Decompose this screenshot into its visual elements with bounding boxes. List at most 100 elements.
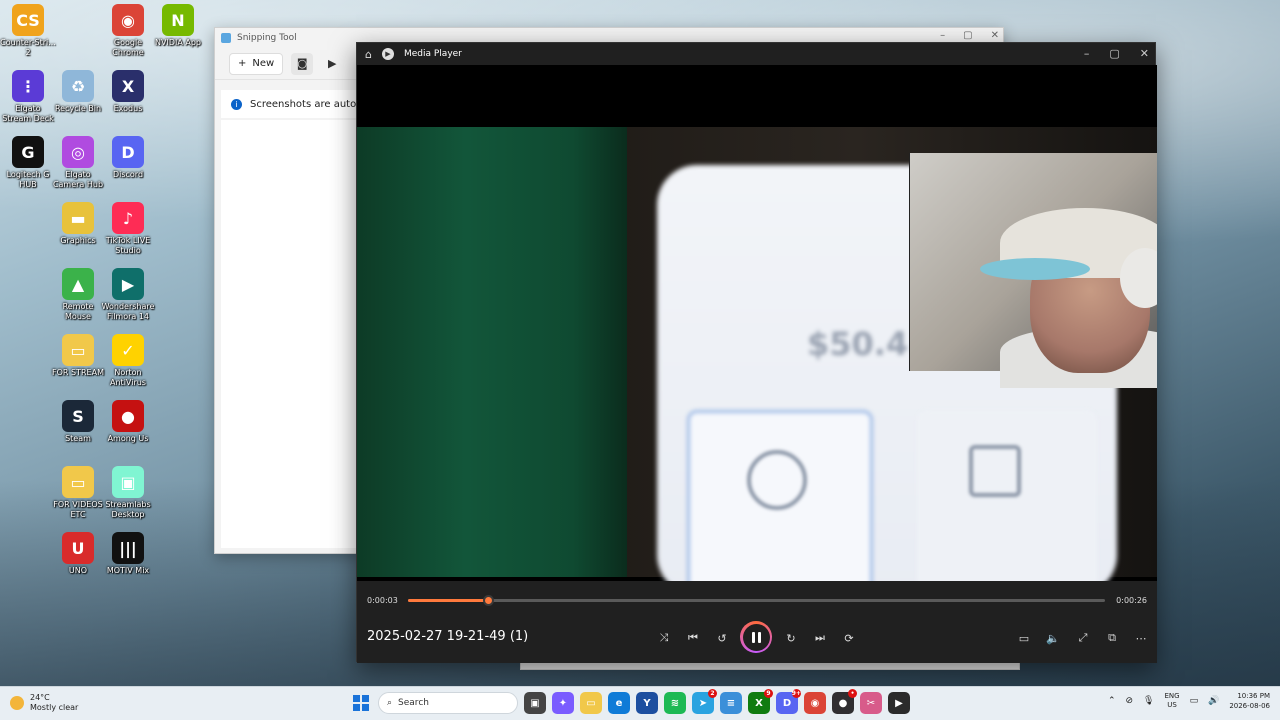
desktop-icon[interactable]: ● Among Us — [100, 400, 156, 444]
snipping-tool-title: Snipping Tool — [237, 33, 297, 43]
weather-desc: Mostly clear — [30, 703, 79, 712]
maximize-icon[interactable]: ▢ — [963, 30, 972, 41]
desktop-icon-label: Elgato Stream Deck — [2, 104, 54, 123]
desktop-icon-label: NVIDIA App — [155, 38, 201, 47]
minimize-icon[interactable]: – — [1084, 47, 1090, 60]
desktop-icon[interactable]: ||| MOTIV Mix — [100, 532, 156, 576]
media-player-titlebar[interactable]: ⌂ ▶ Media Player — [357, 43, 1155, 65]
taskbar-file-explorer-icon[interactable]: ▭ — [580, 692, 602, 714]
desktop-app-icon: D — [112, 136, 144, 168]
next-icon[interactable]: ⏭ — [809, 627, 831, 649]
speaker-icon[interactable]: 🔊 — [1208, 696, 1219, 706]
desktop-icon[interactable]: G Logitech G HUB — [0, 136, 56, 190]
rewind-icon[interactable]: ↺ — [711, 627, 733, 649]
desktop-app-icon: ▭ — [62, 466, 94, 498]
taskbar-obs-icon[interactable]: ● • — [832, 689, 857, 714]
desktop-icon[interactable]: ▭ FOR VIDEOS ETC — [50, 466, 106, 520]
previous-icon[interactable]: ⏮ — [682, 627, 704, 649]
taskbar-discord-icon[interactable]: D 9+ — [776, 689, 801, 714]
taskbar-edge-icon[interactable]: e — [608, 692, 630, 714]
taskbar-spotify-icon[interactable]: ≋ — [664, 692, 686, 714]
home-icon[interactable]: ⌂ — [365, 48, 372, 61]
display-icon[interactable]: ▭ — [1190, 696, 1199, 706]
taskbar: 24°C Mostly clear ⌕ Search ▣ ✦ ▭ e Y ≋ ➤ 2 ≡ X 9 D 9… — [0, 686, 1280, 720]
desktop-icon-label: Exodus — [113, 104, 143, 113]
close-icon[interactable]: ✕ — [1140, 47, 1149, 60]
pause-button[interactable] — [740, 621, 772, 653]
desktop-app-icon: CS — [12, 4, 44, 36]
desktop-app-icon: G — [12, 136, 44, 168]
more-options-icon[interactable]: ⋯ — [1130, 627, 1152, 649]
file-name: 2025-02-27 19-21-49 (1) — [367, 629, 529, 644]
taskbar-date: 2026-08-06 — [1229, 702, 1270, 710]
desktop-app-icon: ◉ — [112, 4, 144, 36]
taskbar-chrome-icon[interactable]: ◉ — [804, 692, 826, 714]
seek-bar-fill — [408, 599, 489, 602]
desktop-icon-label: Steam — [65, 434, 91, 443]
start-button[interactable] — [350, 692, 372, 714]
miniplayer-icon[interactable]: ⧉ — [1101, 627, 1123, 649]
desktop-icon-label: Recycle Bin — [54, 104, 102, 113]
taskbar-telegram-icon[interactable]: ➤ 2 — [692, 689, 717, 714]
video-amount-text: $50.4 — [807, 325, 909, 363]
video-mode-button[interactable]: ▶ — [321, 53, 343, 75]
taskbar-copilot-icon[interactable]: ✦ — [552, 692, 574, 714]
screenshot-mode-button[interactable]: ◙ — [291, 52, 314, 75]
weather-moon-icon — [10, 696, 24, 710]
desktop-icon[interactable]: ▲ Remote Mouse — [50, 268, 106, 322]
close-icon[interactable]: ✕ — [991, 30, 999, 41]
desktop-icon-label: FOR VIDEOS ETC — [53, 500, 103, 519]
desktop-icon[interactable]: D Discord — [100, 136, 156, 180]
shuffle-icon[interactable]: ⤨ — [653, 627, 675, 649]
desktop-icon-label: Discord — [112, 170, 144, 179]
desktop-icon-label: FOR STREAM — [52, 368, 104, 377]
maximize-icon[interactable]: ▢ — [1109, 47, 1119, 60]
media-player-window[interactable]: ⌂ ▶ Media Player – ▢ ✕ $50.4 0:00:03 0:0… — [356, 42, 1157, 663]
forward-icon[interactable]: ↻ — [780, 627, 802, 649]
desktop-icon[interactable]: ⋮ Elgato Stream Deck — [0, 70, 56, 124]
webcam-person-cap-brim — [980, 258, 1090, 280]
desktop-icon[interactable]: S Steam — [50, 400, 106, 444]
desktop-icon[interactable]: ▭ FOR STREAM — [50, 334, 106, 378]
repeat-icon[interactable]: ⟳ — [838, 627, 860, 649]
desktop-icon[interactable]: N NVIDIA App — [150, 4, 206, 48]
desktop-icon[interactable]: ▬ Graphics — [50, 202, 106, 246]
chevron-up-icon[interactable]: ⌃ — [1108, 696, 1116, 706]
new-snip-button[interactable]: + New — [229, 52, 284, 75]
desktop-icon[interactable]: ▣ Streamlabs Desktop — [100, 466, 156, 520]
network-off-icon[interactable]: ⊘ — [1126, 696, 1134, 706]
desktop-icon-label: Elgato Camera Hub — [52, 170, 104, 189]
taskbar-snipping-tool-icon[interactable]: ✂ — [860, 692, 882, 714]
desktop-icon[interactable]: ♻ Recycle Bin — [50, 70, 106, 114]
microphone-icon[interactable]: 🎙 — [1143, 696, 1154, 706]
desktop-icon-label: TikTok LIVE Studio — [105, 236, 151, 255]
system-tray: ⌃ ⊘ 🎙 ENG US ▭ 🔊 10:36 PM 2026-08-06 — [1108, 691, 1270, 711]
video-viewport[interactable]: $50.4 — [357, 65, 1157, 599]
desktop-icon-label: Counter-Stri... 2 — [0, 38, 56, 57]
desktop-icon[interactable]: X Exodus — [100, 70, 156, 114]
desktop-icon[interactable]: ▶ Wondershare Filmora 14 — [100, 268, 156, 322]
notification-badge: • — [848, 689, 857, 698]
desktop-icon[interactable]: CS Counter-Stri... 2 — [0, 4, 56, 58]
volume-icon[interactable]: 🔈 — [1042, 627, 1064, 649]
seek-bar-thumb[interactable] — [483, 595, 495, 606]
taskbar-task-view-icon[interactable]: ▣ — [524, 692, 546, 714]
desktop-icon-label: MOTIV Mix — [106, 566, 150, 575]
taskbar-media-player-icon[interactable]: ▶ — [888, 692, 910, 714]
seek-bar[interactable] — [408, 595, 1105, 606]
desktop-icon[interactable]: U UNO — [50, 532, 106, 576]
minimize-icon[interactable]: – — [940, 30, 945, 41]
desktop-icon[interactable]: ◉ Google Chrome — [100, 4, 156, 58]
fullscreen-icon[interactable]: ⤢ — [1072, 627, 1094, 649]
taskbar-app-y-icon[interactable]: Y — [636, 692, 658, 714]
language-indicator[interactable]: ENG US — [1164, 692, 1179, 710]
taskbar-clock[interactable]: 10:36 PM 2026-08-06 — [1229, 691, 1270, 711]
taskbar-notepad-icon[interactable]: ≡ — [720, 692, 742, 714]
taskbar-xbox-icon[interactable]: X9 — [748, 689, 773, 714]
desktop-icon[interactable]: ✓ Norton AntiVirus — [100, 334, 156, 388]
desktop-icon[interactable]: ◎ Elgato Camera Hub — [50, 136, 106, 190]
taskbar-search[interactable]: ⌕ Search — [378, 692, 518, 714]
subtitles-icon[interactable]: ▭ — [1013, 627, 1035, 649]
desktop-icon[interactable]: ♪ TikTok LIVE Studio — [100, 202, 156, 256]
weather-widget[interactable]: 24°C Mostly clear — [10, 693, 78, 713]
